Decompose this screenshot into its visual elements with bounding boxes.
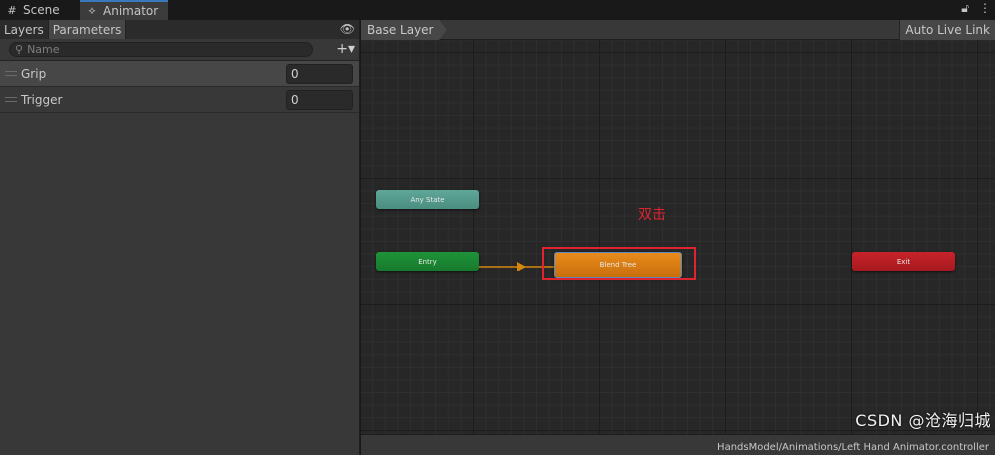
window-tab-bar: # Scene ⟡ Animator 🔓︎ ⋮ [0,0,995,20]
parameters-panel: Layers Parameters 👁︎ ⚲ +▾ Grip 0 Trigger… [0,20,360,455]
any-state-node[interactable]: Any State [376,190,479,209]
tab-scene[interactable]: # Scene [0,0,78,20]
lock-icon[interactable]: 🔓︎ [961,1,969,16]
tab-scene-label: Scene [23,3,60,17]
parameter-value-field[interactable]: 0 [286,90,353,110]
graph-toolbar: Base Layer Auto Live Link [361,20,995,40]
animator-icon: ⟡ [88,4,96,17]
annotation-double-click: 双击 [638,207,666,223]
parameter-name: Trigger [21,92,63,107]
auto-live-link-button[interactable]: Auto Live Link [899,20,995,40]
grid-icon: # [7,3,17,17]
watermark: CSDN @沧海归城 [855,411,991,430]
controller-path: HandsModel/Animations/Left Hand Animator… [717,442,989,453]
parameter-row[interactable]: Trigger 0 [0,87,359,113]
kebab-menu-icon[interactable]: ⋮ [979,1,991,16]
panel-subtabs: Layers Parameters 👁︎ [0,20,359,39]
tab-animator[interactable]: ⟡ Animator [80,0,168,20]
plus-icon[interactable]: +▾ [336,41,355,57]
drag-handle-icon[interactable] [5,71,17,76]
parameter-name: Grip [21,66,47,81]
state-machine-graph[interactable]: Base Layer Auto Live Link Any State Entr… [361,20,995,455]
window-controls: 🔓︎ ⋮ [961,1,991,16]
highlight-box [542,247,696,280]
search-input[interactable] [27,43,288,56]
search-icon: ⚲ [15,43,24,56]
parameter-value-field[interactable]: 0 [286,64,353,84]
tab-layers[interactable]: Layers [0,20,49,39]
tab-animator-label: Animator [103,4,159,18]
entry-node[interactable]: Entry [376,252,479,271]
parameter-search-row: ⚲ +▾ [0,39,359,61]
tab-parameters[interactable]: Parameters [48,20,127,39]
breadcrumb-base-layer[interactable]: Base Layer [361,20,447,40]
status-bar: HandsModel/Animations/Left Hand Animator… [361,434,995,455]
drag-handle-icon[interactable] [5,97,17,102]
parameter-search-field[interactable]: ⚲ [9,42,313,57]
eye-icon[interactable]: 👁︎ [340,22,355,36]
exit-node[interactable]: Exit [852,252,955,271]
parameter-row[interactable]: Grip 0 [0,61,359,87]
